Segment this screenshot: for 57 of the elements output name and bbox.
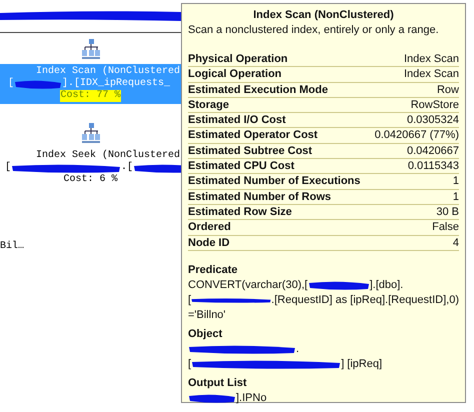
property-name: Estimated Operator Cost [188,128,318,143]
property-name: Estimated Execution Mode [188,82,328,97]
property-value: RowStore [410,98,459,112]
property-value: 0.0420667 (77%) [374,128,459,143]
cost-label: Cost: 6 % [63,174,118,186]
property-name: Physical Operation [188,52,288,66]
redaction-mark [188,392,236,404]
property-value: 1 [452,174,459,189]
text-fragment: ].IPNo [236,390,267,406]
redaction-mark [308,280,370,291]
text-fragment: [ [5,162,12,174]
text-fragment: ='Billno' [188,308,226,323]
text-fragment: [ [8,78,14,90]
property-value: Index Scan [404,67,459,82]
redaction-mark [14,78,62,90]
property-name: Estimated I/O Cost [188,113,286,128]
property-name: Logical Operation [188,67,282,82]
property-value: 0.0115343 [408,159,459,174]
property-name: Node ID [188,236,230,250]
operator-name: Index Seek (NonClustered [35,150,180,162]
operator-name: Index Scan (NonClustered [35,66,180,78]
property-name: Estimated Subtree Cost [188,144,312,158]
truncated-label: Bil… [0,241,24,252]
property-name: Storage [188,98,229,112]
section-heading: Predicate [188,262,239,278]
property-value: 0.0305324 [407,113,459,128]
tooltip-title: Index Scan (NonClustered) [252,8,395,23]
text-fragment: . [296,342,300,357]
text-fragment: ] [ipReq] [341,356,382,372]
plan-node-icon [80,38,102,60]
section-heading: Output List [188,376,248,391]
plan-node[interactable]: Index Seek (NonClustered [ .[ Cost: 6 % [0,148,181,188]
property-name: Estimated CPU Cost [188,159,294,174]
cost-label: Cost: 77 % [60,90,120,102]
plan-node-icon [80,122,102,144]
property-value: Row [436,82,459,97]
text-fragment: ].[dbo]. [370,278,404,293]
property-name: Estimated Number of Rows [188,190,332,204]
tooltip-description: Scan a nonclustered index, entirely or only a range. [188,23,440,38]
property-value: False [432,220,459,235]
property-value: 4 [452,236,459,250]
section-heading: Object [188,326,224,342]
property-name: Ordered [188,220,231,235]
text-fragment: [ [188,292,192,308]
property-value: 1 [452,190,459,204]
property-value: 30 B [436,204,459,220]
text-fragment: .[RequestID] as [ipReq].[RequestID],0) [271,292,459,308]
property-value: 0.0420667 [407,144,459,158]
property-name: Estimated Number of Executions [188,174,360,189]
text-fragment: .[ [121,162,134,174]
property-value: Index Scan [404,52,459,66]
text-fragment: ].[IDX_ipRequests_ [62,78,170,90]
property-name: Estimated Row Size [188,204,292,220]
text-fragment: [ [188,356,192,372]
redaction-mark [133,162,181,174]
plan-node[interactable]: Index Scan (NonClustered [ ].[IDX_ipRequests_ Cost: 77 % [0,64,181,104]
text-fragment: CONVERT(varchar(30),[ [188,278,308,293]
